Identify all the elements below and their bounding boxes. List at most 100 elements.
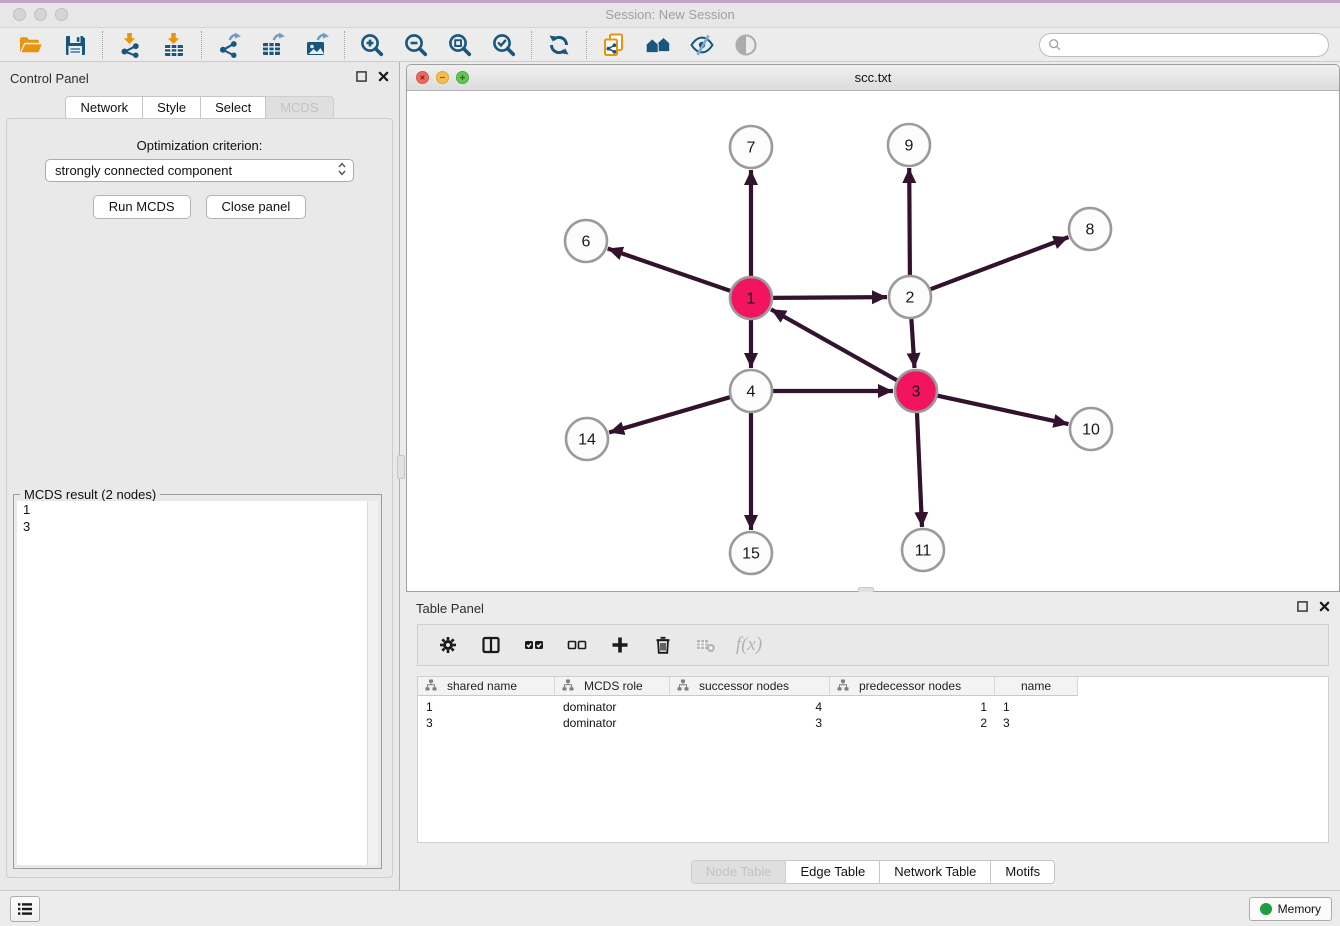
graph-edge-2-8[interactable] [931,237,1069,289]
tab-network[interactable]: Network [65,96,143,120]
table-cell: 4 [670,700,830,714]
select-stepper-icon [337,161,347,180]
table-row[interactable]: 3dominator323 [418,715,1328,731]
close-table-panel-icon[interactable] [1319,601,1330,612]
settings-gear-icon[interactable] [436,633,460,657]
graph-node-14[interactable]: 14 [566,418,608,460]
column-header-shared-name[interactable]: shared name [418,677,555,696]
hide-selected-icon[interactable] [688,31,716,59]
network-close-button[interactable] [416,71,429,84]
table-panel-title: Table Panel [416,601,484,616]
table-cell: 3 [418,716,555,730]
graph-node-3[interactable]: 3 [895,370,937,412]
close-panel-icon[interactable] [378,71,389,82]
network-view-window: scc.txt 7 9 6 8 1 2 4 3 14 10 15 11 [406,64,1340,592]
task-history-button[interactable] [10,896,40,922]
zoom-fit-icon[interactable] [446,31,474,59]
status-bar: Memory [0,890,1340,926]
graph-edge-3-10[interactable] [938,396,1069,424]
network-window-titlebar[interactable]: scc.txt [407,65,1339,91]
first-neighbors-icon[interactable] [644,31,672,59]
result-scrollbar[interactable] [367,501,378,865]
main-toolbar [0,28,1340,62]
graph-edge-3-11[interactable] [917,413,922,527]
toolbar-group [345,31,531,59]
tab-mcds[interactable]: MCDS [266,96,333,120]
graph-edge-3-1[interactable] [771,309,897,380]
application-window: Session: New Session Control Panel Netwo… [0,0,1340,926]
network-window-title: scc.txt [407,65,1339,85]
show-all-icon[interactable] [732,31,760,59]
import-table-icon[interactable] [160,31,188,59]
network-minimize-button[interactable] [436,71,449,84]
duplicate-network-icon[interactable] [600,31,628,59]
refresh-icon[interactable] [545,31,573,59]
graph-node-4[interactable]: 4 [730,370,772,412]
zoom-selected-icon[interactable] [490,31,518,59]
graph-node-10[interactable]: 10 [1070,408,1112,450]
mcds-panel: Optimization criterion: strongly connect… [6,118,393,878]
add-plus-icon[interactable] [608,633,632,657]
control-panel: Control Panel NetworkStyleSelectMCDS Opt… [0,62,400,890]
graph-node-7[interactable]: 7 [730,126,772,168]
mcds-result-box: MCDS result (2 nodes) 13 [13,494,382,869]
zoom-out-icon[interactable] [402,31,430,59]
close-panel-button[interactable]: Close panel [206,195,307,219]
export-image-icon[interactable] [303,31,331,59]
float-panel-icon[interactable] [356,71,367,82]
trash-icon[interactable] [651,633,675,657]
search-box[interactable] [1039,33,1329,57]
criterion-select[interactable]: strongly connected component [45,159,354,182]
save-session-icon[interactable] [61,31,89,59]
toolbar-group [4,31,102,59]
table-row[interactable]: 1dominator411 [418,699,1328,715]
svg-text:8: 8 [1086,222,1095,239]
deselect-all-checkbox-icon[interactable] [565,633,589,657]
graph-edge-2-9[interactable] [909,168,910,275]
run-mcds-button[interactable]: Run MCDS [93,195,191,219]
network-canvas[interactable]: 7 9 6 8 1 2 4 3 14 10 15 11 [407,91,1339,591]
graph-node-15[interactable]: 15 [730,532,772,574]
select-all-checkbox-icon[interactable] [522,633,546,657]
export-table-icon[interactable] [259,31,287,59]
graph-edge-4-14[interactable] [609,397,730,432]
tab-select[interactable]: Select [201,96,266,120]
zoom-in-icon[interactable] [358,31,386,59]
graph-edge-2-3[interactable] [911,319,914,368]
tab-network-table[interactable]: Network Table [880,860,991,884]
panel-splitter-handle[interactable] [397,455,405,479]
open-file-icon[interactable] [17,31,45,59]
search-input[interactable] [1067,37,1307,52]
float-table-panel-icon[interactable] [1297,601,1308,612]
os-titlebar: Session: New Session [0,0,1340,28]
search-icon [1048,38,1062,52]
graph-node-8[interactable]: 8 [1069,208,1111,250]
column-header-predecessor-nodes[interactable]: predecessor nodes [830,677,995,696]
toggle-columns-icon[interactable] [479,633,503,657]
column-header-successor-nodes[interactable]: successor nodes [670,677,830,696]
graph-node-2[interactable]: 2 [889,276,931,318]
column-header-name[interactable]: name [995,677,1078,696]
column-header-MCDS-role[interactable]: MCDS role [555,677,670,696]
delete-table-icon [694,633,718,657]
network-zoom-button[interactable] [456,71,469,84]
toolbar-icon-groups [4,31,773,59]
mcds-buttons: Run MCDS Close panel [7,195,392,219]
graph-edge-1-6[interactable] [608,249,731,291]
optimization-criterion-label: Optimization criterion: [7,138,392,153]
svg-text:3: 3 [912,384,921,401]
table-toolbar: f(x) [417,624,1329,666]
graph-node-6[interactable]: 6 [565,220,607,262]
graph-edge-1-2[interactable] [773,297,887,298]
memory-button[interactable]: Memory [1249,897,1332,921]
tab-node-table[interactable]: Node Table [691,860,787,884]
tab-style[interactable]: Style [143,96,201,120]
tab-motifs[interactable]: Motifs [991,860,1055,884]
graph-node-9[interactable]: 9 [888,124,930,166]
table-cell: 3 [995,716,1078,730]
graph-node-1[interactable]: 1 [730,277,772,319]
graph-node-11[interactable]: 11 [902,529,944,571]
export-network-icon[interactable] [215,31,243,59]
import-network-icon[interactable] [116,31,144,59]
tab-edge-table[interactable]: Edge Table [786,860,880,884]
